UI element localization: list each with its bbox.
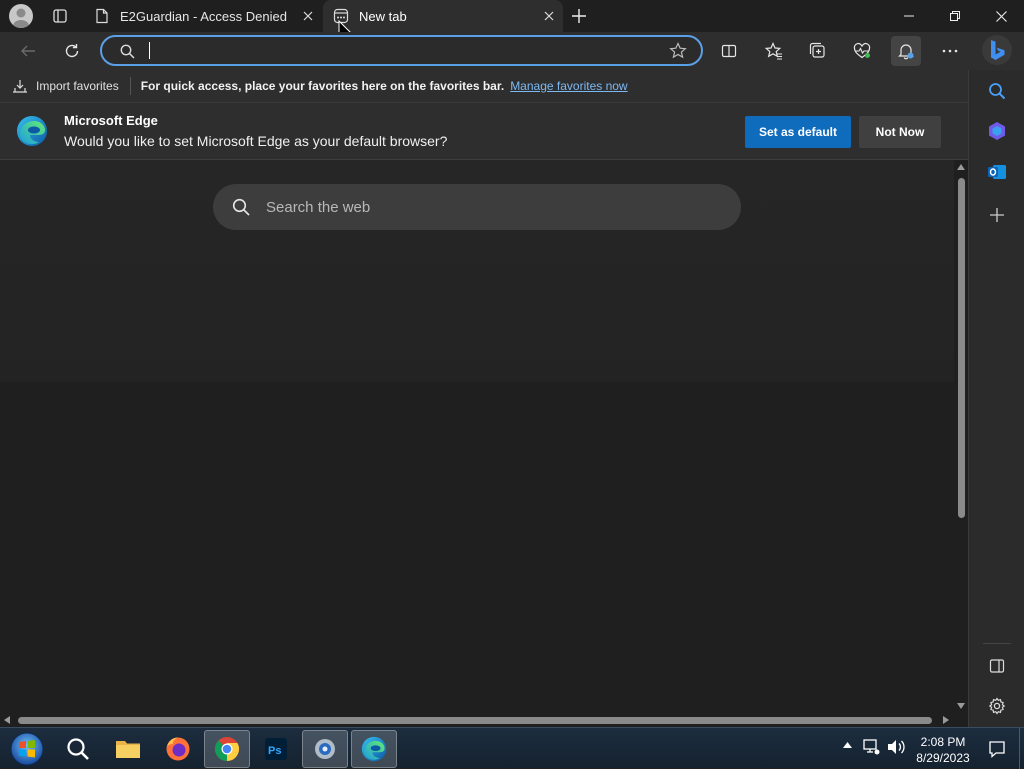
edge-taskbar-icon[interactable] <box>351 730 397 768</box>
close-tab-icon[interactable] <box>535 2 563 30</box>
sidebar-search-icon[interactable] <box>984 78 1010 104</box>
vertical-scroll-thumb[interactable] <box>958 178 965 518</box>
new-tab-page <box>0 160 954 713</box>
browser-essentials-button[interactable] <box>847 36 877 66</box>
restore-button[interactable] <box>932 0 978 32</box>
horizontal-scroll-thumb[interactable] <box>18 717 932 724</box>
web-search-box[interactable] <box>213 184 741 230</box>
manage-favorites-link[interactable]: Manage favorites now <box>510 79 627 93</box>
close-window-button[interactable] <box>978 0 1024 32</box>
tab-actions-icon[interactable] <box>48 4 72 28</box>
search-icon <box>120 44 135 59</box>
favorites-bar-message: For quick access, place your favorites h… <box>140 79 505 93</box>
tab-new-tab[interactable]: New tab <box>323 0 563 32</box>
profile-avatar[interactable] <box>9 4 33 28</box>
scroll-up-icon <box>957 164 965 170</box>
scroll-right-icon <box>943 716 949 724</box>
collections-button[interactable] <box>803 36 833 66</box>
new-tab-button[interactable] <box>566 3 592 29</box>
show-hidden-icons-icon[interactable] <box>843 742 852 748</box>
tab-e2guardian[interactable]: E2Guardian - Access Denied <box>84 0 322 32</box>
firefox-icon[interactable] <box>155 730 201 768</box>
scroll-left-icon <box>4 716 10 724</box>
chrome-icon[interactable] <box>204 730 250 768</box>
favorites-bar: Import favorites For quick access, place… <box>0 70 968 102</box>
copilot-button[interactable] <box>982 35 1012 65</box>
scroll-down-icon <box>957 703 965 709</box>
taskbar-app-icon[interactable] <box>302 730 348 768</box>
split-screen-button[interactable] <box>714 36 744 66</box>
divider <box>129 77 131 95</box>
infobar-message: Would you like to set Microsoft Edge as … <box>64 133 448 149</box>
favorites-button[interactable] <box>759 36 789 66</box>
svg-text:Ps: Ps <box>268 745 281 757</box>
sidebar-add-icon[interactable] <box>984 202 1010 228</box>
import-favorites-label: Import favorites <box>36 79 119 93</box>
refresh-button[interactable] <box>57 36 87 66</box>
taskbar-search-icon[interactable] <box>55 730 101 768</box>
page-icon <box>94 8 110 24</box>
add-favorite-star-icon[interactable] <box>669 42 687 60</box>
volume-icon[interactable] <box>886 738 906 756</box>
import-icon <box>13 80 27 93</box>
notifications-button[interactable] <box>891 36 921 66</box>
sidebar-settings-gear-icon[interactable] <box>984 693 1010 719</box>
start-button[interactable] <box>4 730 50 768</box>
address-input[interactable] <box>148 40 648 62</box>
title-bar: E2Guardian - Access Denied New tab <box>0 0 1024 42</box>
vertical-scrollbar[interactable] <box>954 160 968 713</box>
photoshop-icon[interactable]: Ps <box>253 730 299 768</box>
sidebar-outlook-icon[interactable] <box>984 159 1010 185</box>
address-bar[interactable] <box>100 35 703 66</box>
show-desktop-button[interactable] <box>1019 728 1024 769</box>
clock-time: 2:08 PM <box>920 735 966 749</box>
back-button[interactable] <box>13 36 43 66</box>
default-browser-infobar: Microsoft Edge Would you like to set Mic… <box>0 102 968 160</box>
tab-title: E2Guardian - Access Denied <box>120 8 287 24</box>
edge-sidebar <box>968 70 1024 727</box>
action-center-icon[interactable] <box>988 740 1006 758</box>
infobar-title: Microsoft Edge <box>64 113 158 128</box>
windows-start-orb-icon <box>10 732 44 766</box>
not-now-button[interactable]: Not Now <box>859 116 941 148</box>
windows-taskbar: Ps 2:08 PM 8/29/2023 <box>0 727 1024 769</box>
file-explorer-icon[interactable] <box>105 730 151 768</box>
minimize-button[interactable] <box>886 0 932 32</box>
import-favorites-button[interactable]: Import favorites <box>12 79 119 93</box>
set-as-default-button[interactable]: Set as default <box>745 116 851 148</box>
text-caret <box>149 42 150 59</box>
horizontal-scrollbar[interactable] <box>0 713 968 727</box>
close-tab-icon[interactable] <box>294 2 322 30</box>
sidebar-copilot-icon[interactable] <box>984 118 1010 144</box>
sidebar-hide-icon[interactable] <box>984 653 1010 679</box>
network-icon[interactable] <box>862 738 880 756</box>
search-icon <box>232 198 250 216</box>
system-clock[interactable]: 2:08 PM 8/29/2023 <box>910 734 976 766</box>
settings-and-more-button[interactable] <box>935 36 965 66</box>
web-search-input[interactable] <box>266 198 706 216</box>
tab-title: New tab <box>359 8 407 24</box>
edge-logo-icon <box>16 115 48 147</box>
sidebar-divider <box>983 643 1011 644</box>
clock-date: 8/29/2023 <box>916 751 970 765</box>
